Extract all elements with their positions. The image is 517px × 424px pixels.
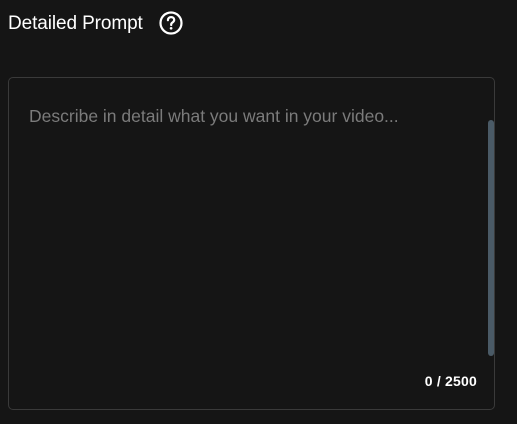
prompt-input-container: 0 / 2500 [8, 77, 496, 411]
question-circle-icon-glyph [159, 11, 183, 35]
scrollbar-thumb[interactable] [488, 120, 494, 356]
prompt-textarea[interactable] [9, 78, 496, 411]
question-circle-icon[interactable] [159, 11, 183, 35]
character-counter: 0 / 2500 [424, 373, 477, 389]
section-header: Detailed Prompt [8, 8, 183, 38]
detailed-prompt-panel: Detailed Prompt 0 / 2500 [0, 0, 517, 424]
section-title: Detailed Prompt [8, 12, 143, 34]
